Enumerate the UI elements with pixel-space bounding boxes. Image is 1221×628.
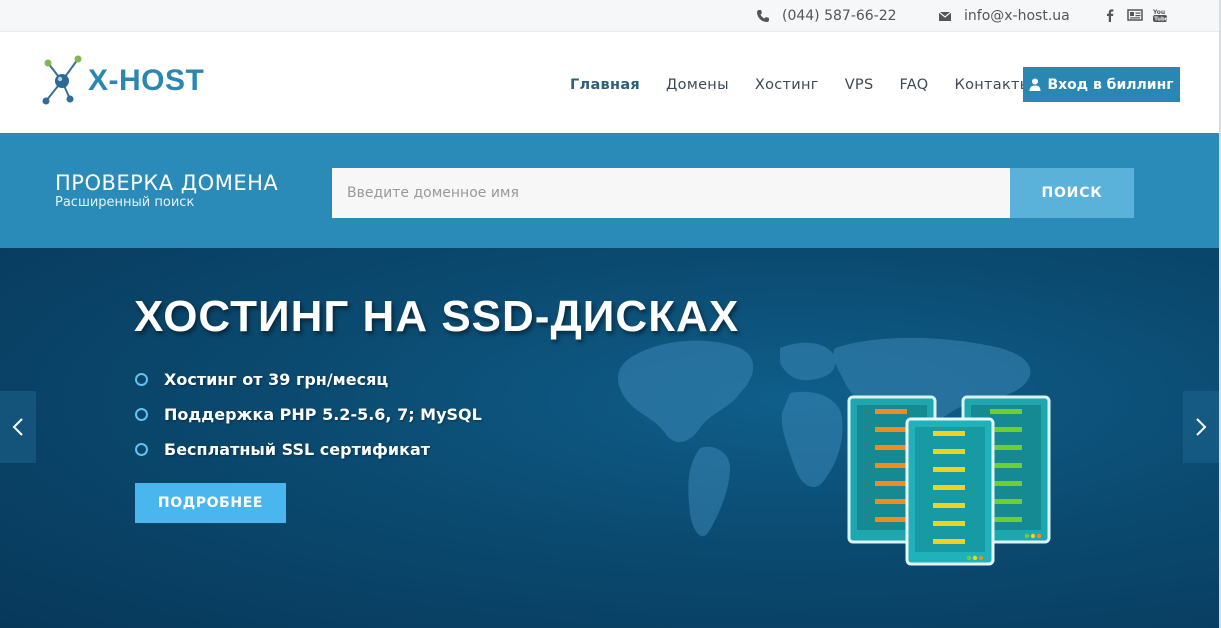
vcard-icon[interactable] [1127, 7, 1143, 23]
billing-login-label: Вход в биллинг [1047, 76, 1174, 93]
domain-search-title: ПРОВЕРКА ДОМЕНА [55, 171, 279, 195]
email-address: info@x-host.ua [964, 8, 1070, 24]
nav-item-hosting[interactable]: Хостинг [755, 77, 819, 93]
nav-item-faq[interactable]: FAQ [899, 77, 928, 93]
envelope-icon [938, 9, 952, 23]
chevron-left-icon [12, 418, 23, 436]
slider-prev-button[interactable] [0, 391, 36, 463]
logo-text: X-HOST [88, 64, 205, 97]
feature-item: Поддержка PHP 5.2-5.6, 7; MySQL [135, 403, 482, 425]
nav-item-contacts[interactable]: Контакты [954, 77, 1031, 93]
top-bar: (044) 587-66-22 info@x-host.ua You Tube [0, 0, 1219, 32]
more-details-button[interactable]: ПОДРОБНЕЕ [135, 483, 286, 523]
billing-login-button[interactable]: Вход в биллинг [1023, 67, 1180, 102]
user-icon [1029, 78, 1041, 91]
circle-bullet-icon [135, 372, 148, 386]
feature-text: Хостинг от 39 грн/месяц [164, 369, 389, 389]
nav-item-domains[interactable]: Домены [666, 77, 729, 93]
logo[interactable]: X-HOST [40, 51, 204, 111]
circle-bullet-icon [135, 442, 148, 456]
domain-search-band: ПРОВЕРКА ДОМЕНА Расширенный поиск Введит… [0, 133, 1219, 248]
domain-search-button[interactable]: ПОИСК [1010, 168, 1134, 218]
chevron-right-icon [1196, 418, 1207, 436]
feature-item: Хостинг от 39 грн/месяц [135, 368, 482, 390]
hero-feature-list: Хостинг от 39 грн/месяц Поддержка PHP 5.… [135, 368, 482, 473]
hero-slider: ХОСТИНГ НА SSD-ДИСКАХ Хостинг от 39 грн/… [0, 248, 1219, 628]
email-contact[interactable]: info@x-host.ua [938, 8, 1070, 24]
phone-number: (044) 587-66-22 [782, 8, 897, 24]
circle-bullet-icon [135, 407, 148, 421]
facebook-icon[interactable] [1102, 7, 1118, 23]
domain-search-input[interactable]: Введите доменное имя [332, 168, 1010, 218]
nav-item-home[interactable]: Главная [570, 77, 640, 93]
server-rack-illustration [847, 395, 1051, 566]
page: (044) 587-66-22 info@x-host.ua YouTube [0, 0, 1221, 628]
feature-text: Поддержка PHP 5.2-5.6, 7; MySQL [164, 404, 482, 424]
feature-item: Бесплатный SSL сертификат [135, 438, 482, 460]
svg-text:Tube: Tube [1154, 17, 1168, 23]
phone-contact[interactable]: (044) 587-66-22 [756, 8, 897, 24]
advanced-search-link[interactable]: Расширенный поиск [55, 195, 194, 210]
slider-next-button[interactable] [1183, 391, 1219, 463]
social-links: You Tube [1102, 7, 1169, 23]
phone-icon [756, 9, 770, 23]
domain-search-placeholder: Введите доменное имя [347, 185, 519, 201]
main-nav: Главная Домены Хостинг VPS FAQ Контакты [570, 77, 1058, 93]
hero-title: ХОСТИНГ НА SSD-ДИСКАХ [134, 292, 740, 341]
site-header: X-HOST Главная Домены Хостинг VPS FAQ Ко… [0, 33, 1219, 132]
nav-item-vps[interactable]: VPS [845, 77, 874, 93]
feature-text: Бесплатный SSL сертификат [164, 439, 431, 459]
svg-text:You: You [1152, 9, 1165, 16]
youtube-icon[interactable]: You Tube [1152, 7, 1169, 23]
molecule-logo-icon [42, 55, 82, 105]
